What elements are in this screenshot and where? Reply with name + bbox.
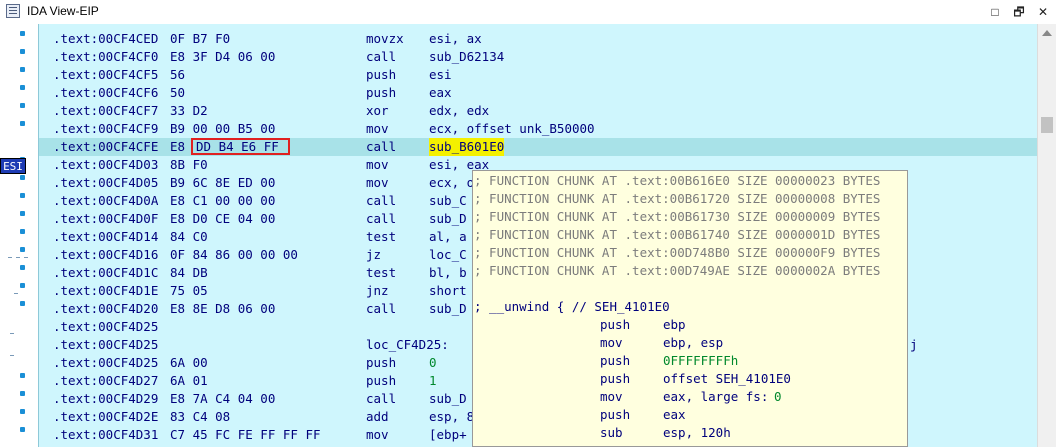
listing-row[interactable]: .text:00CF4CF9 B9 00 00 B5 00 mov ecx, offs… xyxy=(39,120,1039,138)
location-label[interactable]: loc_CF4D25: xyxy=(366,336,449,354)
scrollbar-thumb[interactable] xyxy=(1041,117,1053,133)
ida-view-icon xyxy=(6,4,20,18)
function-chunk-comment: ; FUNCTION CHUNK AT .text:00B61720 SIZE … xyxy=(474,191,881,206)
preview-instruction: push eax xyxy=(600,407,686,422)
gutter-dot xyxy=(20,301,25,306)
listing-row[interactable]: .text:00CF4CF5 56 push esi xyxy=(39,66,1039,84)
vertical-scrollbar[interactable] xyxy=(1037,24,1056,447)
preview-instruction: push offset SEH_4101E0 xyxy=(600,371,791,386)
listing-row[interactable]: .text:00CF4CED 0F B7 F0 movzx esi, ax xyxy=(39,30,1039,48)
flow-arrow-line xyxy=(24,257,28,258)
breakpoint-gutter[interactable]: ESI xyxy=(0,24,38,447)
gutter-dot xyxy=(20,427,25,432)
gutter-dot xyxy=(20,67,25,72)
flow-arrow-line xyxy=(8,257,12,258)
listing-row[interactable]: .text:00CF4CF7 33 D2 xor edx, edx xyxy=(39,102,1039,120)
gutter-dot xyxy=(20,391,25,396)
gutter-dot xyxy=(20,31,25,36)
function-preview-tooltip: ; FUNCTION CHUNK AT .text:00B616E0 SIZE … xyxy=(472,170,908,447)
flow-arrow-line xyxy=(16,257,20,258)
gutter-dot xyxy=(20,373,25,378)
flow-arrow-line xyxy=(14,293,18,294)
gutter-dot xyxy=(20,175,25,180)
window-title: IDA View-EIP xyxy=(27,4,99,18)
close-icon[interactable]: ✕ xyxy=(1034,3,1052,21)
offscreen-fragment: j xyxy=(910,337,918,352)
gutter-dot xyxy=(20,121,25,126)
function-chunk-comment: ; FUNCTION CHUNK AT .text:00B61730 SIZE … xyxy=(474,209,881,224)
window-titlebar: IDA View-EIP □ 🗗 ✕ xyxy=(0,0,1056,25)
restore-icon[interactable]: □ xyxy=(986,3,1004,21)
scroll-up-icon[interactable] xyxy=(1042,30,1052,36)
maximize-icon[interactable]: 🗗 xyxy=(1010,3,1028,21)
unwind-comment: ; __unwind { // SEH_4101E0 xyxy=(474,299,670,314)
function-chunk-comment: ; FUNCTION CHUNK AT .text:00D749AE SIZE … xyxy=(474,263,881,278)
listing-row[interactable]: .text:00CF4CF0 E8 3F D4 06 00 call sub_D621… xyxy=(39,48,1039,66)
bytes-highlight-box xyxy=(191,138,290,155)
function-chunk-comment: ; FUNCTION CHUNK AT .text:00B61740 SIZE … xyxy=(474,227,881,242)
esi-register-marker[interactable]: ESI xyxy=(0,158,26,174)
gutter-dot xyxy=(20,193,25,198)
current-instruction-row[interactable]: .text:00CF4CFE E8 DD B4 E6 FF call sub_B… xyxy=(39,138,1039,156)
listing-row[interactable]: .text:00CF4CF6 50 push eax xyxy=(39,84,1039,102)
preview-instruction: sub esp, 120h xyxy=(600,425,731,440)
preview-instruction: push 0FFFFFFFFh xyxy=(600,353,739,368)
flow-arrow-line xyxy=(10,333,14,334)
flow-arrow-line xyxy=(10,355,14,356)
function-chunk-comment: ; FUNCTION CHUNK AT .text:00B616E0 SIZE … xyxy=(474,173,881,188)
call-target-highlight[interactable]: sub_B601E0 xyxy=(429,138,505,156)
gutter-dot xyxy=(20,229,25,234)
gutter-dot xyxy=(20,49,25,54)
preview-instruction: mov eax, large fs: 0 xyxy=(600,389,782,404)
gutter-dot xyxy=(20,211,25,216)
gutter-dot xyxy=(20,283,25,288)
preview-instruction: push ebp xyxy=(600,317,686,332)
function-chunk-comment: ; FUNCTION CHUNK AT .text:00D748B0 SIZE … xyxy=(474,245,881,260)
gutter-dot xyxy=(20,247,25,252)
gutter-dot xyxy=(20,409,25,414)
gutter-dot xyxy=(20,103,25,108)
preview-instruction: mov ebp, esp xyxy=(600,335,724,350)
gutter-dot xyxy=(20,85,25,90)
gutter-dot xyxy=(20,265,25,270)
